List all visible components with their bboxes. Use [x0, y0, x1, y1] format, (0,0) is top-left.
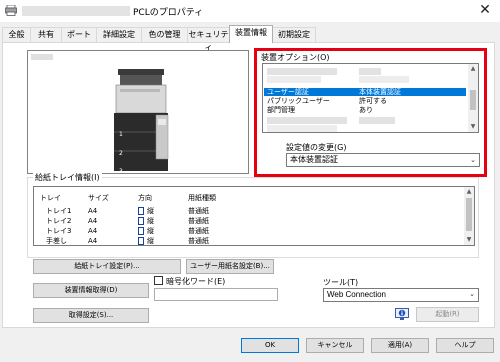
- chevron-down-icon: ⌄: [469, 291, 475, 298]
- tool-label: ツール(T): [323, 278, 359, 287]
- table-cell-tray: トレイ1: [46, 207, 72, 215]
- table-cell-size: A4: [88, 217, 98, 225]
- table-cell-paper-type: 普通紙: [188, 217, 209, 225]
- table-cell-orientation: 縦: [147, 227, 154, 235]
- scroll-up-icon[interactable]: ▲: [464, 187, 474, 197]
- model-name-redacted: [31, 54, 53, 60]
- close-button[interactable]: ✕: [470, 0, 500, 22]
- tab-initial-settings[interactable]: 初期設定: [272, 27, 316, 42]
- portrait-paper-icon: [138, 207, 144, 215]
- column-header-size: サイズ: [88, 194, 109, 202]
- title-bar: PCLのプロパティ ✕: [0, 0, 500, 22]
- table-cell-orientation: 縦: [147, 217, 154, 225]
- acquire-device-info-button[interactable]: 装置情報取得(D): [33, 283, 149, 298]
- ok-button[interactable]: OK: [241, 338, 299, 353]
- tray-info-list[interactable]: トレイ サイズ 方向 用紙種類 トレイ1 A4 縦 普通紙 トレイ2 A4 縦 …: [33, 186, 475, 246]
- tool-value: Web Connection: [327, 290, 386, 299]
- title-redacted: [22, 6, 130, 16]
- table-cell-tray: 手差し: [46, 237, 67, 245]
- tab-color-management[interactable]: 色の管理: [141, 27, 188, 42]
- tray-settings-button[interactable]: 給紙トレイ設定(P)...: [33, 259, 181, 274]
- table-cell-paper-type: 普通紙: [188, 207, 209, 215]
- table-cell-size: A4: [88, 237, 98, 245]
- portrait-paper-icon: [138, 227, 144, 235]
- user-paper-name-button[interactable]: ユーザー用紙名設定(B)...: [186, 259, 274, 274]
- table-cell-tray: トレイ3: [46, 227, 72, 235]
- highlight-frame: [254, 48, 487, 177]
- tray-number-3: 3: [119, 168, 123, 175]
- column-header-paper-type: 用紙種類: [188, 194, 216, 202]
- table-cell-tray: トレイ2: [46, 217, 72, 225]
- tab-sharing[interactable]: 共有: [30, 27, 62, 42]
- tab-general[interactable]: 全般: [2, 27, 31, 42]
- table-cell-orientation: 縦: [147, 207, 154, 215]
- cancel-button[interactable]: キャンセル: [306, 338, 364, 353]
- table-cell-paper-type: 普通紙: [188, 227, 209, 235]
- tray-number-2: 2: [119, 150, 123, 157]
- portrait-paper-icon: [138, 237, 144, 245]
- table-cell-size: A4: [88, 227, 98, 235]
- table-cell-paper-type: 普通紙: [188, 237, 209, 245]
- printer-preview: 1 2 3: [27, 50, 249, 175]
- acquire-settings-button[interactable]: 取得設定(S)...: [33, 308, 149, 323]
- scroll-down-icon[interactable]: ▼: [464, 235, 474, 245]
- help-button[interactable]: ヘルプ: [436, 338, 494, 353]
- column-header-tray: トレイ: [40, 194, 61, 202]
- launch-button[interactable]: 起動(R): [416, 307, 479, 322]
- window-title: PCLのプロパティ: [133, 8, 204, 18]
- table-cell-size: A4: [88, 207, 98, 215]
- tab-advanced[interactable]: 詳細設定: [96, 27, 142, 42]
- encrypt-word-label: 暗号化ワード(E): [166, 277, 226, 286]
- scroll-thumb[interactable]: [466, 198, 472, 231]
- table-cell-orientation: 縦: [147, 237, 154, 245]
- tray-scrollbar[interactable]: ▲ ▼: [464, 187, 474, 245]
- tray-number-1: 1: [119, 131, 123, 138]
- encrypt-word-input[interactable]: [154, 288, 278, 301]
- tab-security[interactable]: セキュリティ: [187, 27, 230, 52]
- tab-device-info[interactable]: 装置情報: [229, 25, 273, 43]
- encrypt-word-checkbox[interactable]: [154, 276, 163, 285]
- apply-button[interactable]: 適用(A): [371, 338, 429, 353]
- column-header-orientation: 方向: [138, 194, 152, 202]
- tab-port[interactable]: ポート: [61, 27, 97, 42]
- printer-icon: [5, 5, 17, 16]
- info-monitor-icon: [395, 308, 409, 320]
- tool-select[interactable]: Web Connection ⌄: [323, 288, 479, 302]
- tray-info-label: 給紙トレイ情報(I): [33, 172, 102, 183]
- portrait-paper-icon: [138, 217, 144, 225]
- printer-image: [114, 69, 169, 171]
